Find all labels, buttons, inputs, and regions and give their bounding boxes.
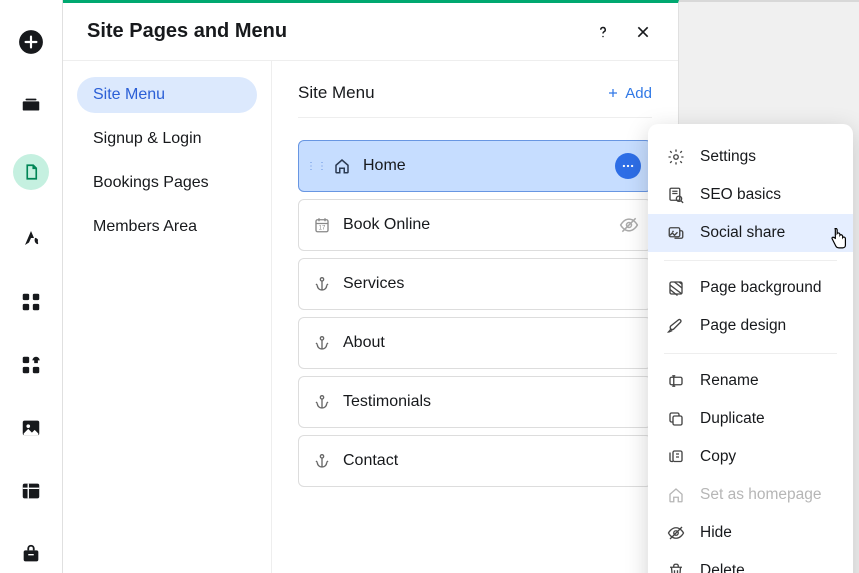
menu-social-share[interactable]: Social share xyxy=(648,214,853,252)
menu-page-design[interactable]: Page design xyxy=(648,307,853,345)
more-actions-button[interactable] xyxy=(615,153,641,179)
menu-label: Hide xyxy=(700,524,732,542)
menu-rename[interactable]: Rename xyxy=(648,362,853,400)
page-label: Contact xyxy=(343,452,641,470)
page-label: Testimonials xyxy=(343,393,641,411)
sidebar-item-members-area[interactable]: Members Area xyxy=(77,209,257,245)
layers-icon[interactable] xyxy=(17,91,45,119)
gear-icon xyxy=(666,147,686,167)
section-title: Site Menu xyxy=(298,83,607,103)
sidebar-item-bookings-pages[interactable]: Bookings Pages xyxy=(77,165,257,201)
duplicate-icon xyxy=(666,409,686,429)
close-icon[interactable] xyxy=(632,21,654,43)
page-row-about[interactable]: About xyxy=(298,317,652,369)
page-label: Book Online xyxy=(343,216,607,234)
main-area: Site Menu Add ⋮⋮ Home xyxy=(272,61,678,573)
sidebar: Site Menu Signup & Login Bookings Pages … xyxy=(63,61,272,573)
menu-label: Copy xyxy=(700,448,736,466)
page-row-testimonials[interactable]: Testimonials xyxy=(298,376,652,428)
menu-separator xyxy=(664,260,837,261)
menu-separator xyxy=(664,353,837,354)
menu-seo[interactable]: SEO basics xyxy=(648,176,853,214)
home-icon xyxy=(666,485,686,505)
anchor-icon xyxy=(313,335,331,351)
menu-label: SEO basics xyxy=(700,186,781,204)
menu-label: Duplicate xyxy=(700,410,765,428)
sidebar-item-site-menu[interactable]: Site Menu xyxy=(77,77,257,113)
menu-label: Set as homepage xyxy=(700,486,822,504)
calendar-icon: 17 xyxy=(313,216,331,234)
cursor-icon xyxy=(828,228,850,254)
brush-icon xyxy=(666,316,686,336)
apps-icon[interactable] xyxy=(17,288,45,316)
plugins-icon[interactable] xyxy=(17,351,45,379)
page-row-contact[interactable]: Contact xyxy=(298,435,652,487)
menu-label: Settings xyxy=(700,148,756,166)
hide-icon xyxy=(666,523,686,543)
page-row-home[interactable]: ⋮⋮ Home xyxy=(298,140,652,192)
design-icon[interactable] xyxy=(17,225,45,253)
menu-settings[interactable]: Settings xyxy=(648,138,853,176)
panel-title: Site Pages and Menu xyxy=(87,20,574,43)
page-row-book-online[interactable]: 17 Book Online xyxy=(298,199,652,251)
menu-label: Social share xyxy=(700,224,785,242)
pages-icon[interactable] xyxy=(13,154,49,190)
add-icon[interactable] xyxy=(17,28,45,56)
home-icon xyxy=(333,157,351,175)
business-icon[interactable] xyxy=(17,540,45,568)
page-row-services[interactable]: Services xyxy=(298,258,652,310)
social-share-icon xyxy=(666,223,686,243)
anchor-icon xyxy=(313,453,331,469)
menu-delete[interactable]: Delete xyxy=(648,552,853,573)
anchor-icon xyxy=(313,276,331,292)
help-icon[interactable] xyxy=(592,21,614,43)
menu-label: Rename xyxy=(700,372,759,390)
menu-copy[interactable]: Copy xyxy=(648,438,853,476)
copy-icon xyxy=(666,447,686,467)
drag-handle-icon[interactable]: ⋮⋮ xyxy=(313,161,321,172)
page-context-menu: Settings SEO basics Social share Page ba… xyxy=(648,124,853,573)
menu-label: Page background xyxy=(700,279,822,297)
search-doc-icon xyxy=(666,185,686,205)
data-icon[interactable] xyxy=(17,477,45,505)
rename-icon xyxy=(666,371,686,391)
page-label: About xyxy=(343,334,641,352)
background-icon xyxy=(666,278,686,298)
trash-icon xyxy=(666,561,686,573)
left-rail xyxy=(0,0,63,573)
svg-text:17: 17 xyxy=(319,226,326,232)
page-label: Home xyxy=(363,157,603,175)
sidebar-item-signup-login[interactable]: Signup & Login xyxy=(77,121,257,157)
media-icon[interactable] xyxy=(17,414,45,442)
menu-duplicate[interactable]: Duplicate xyxy=(648,400,853,438)
add-page-button[interactable]: Add xyxy=(607,85,652,102)
pages-panel: Site Pages and Menu Site Menu Signup & L… xyxy=(63,0,679,573)
menu-label: Page design xyxy=(700,317,786,335)
menu-page-background[interactable]: Page background xyxy=(648,269,853,307)
menu-hide[interactable]: Hide xyxy=(648,514,853,552)
hidden-icon xyxy=(619,215,641,235)
page-label: Services xyxy=(343,275,641,293)
add-label: Add xyxy=(625,85,652,102)
menu-label: Delete xyxy=(700,562,745,573)
menu-set-homepage: Set as homepage xyxy=(648,476,853,514)
anchor-icon xyxy=(313,394,331,410)
